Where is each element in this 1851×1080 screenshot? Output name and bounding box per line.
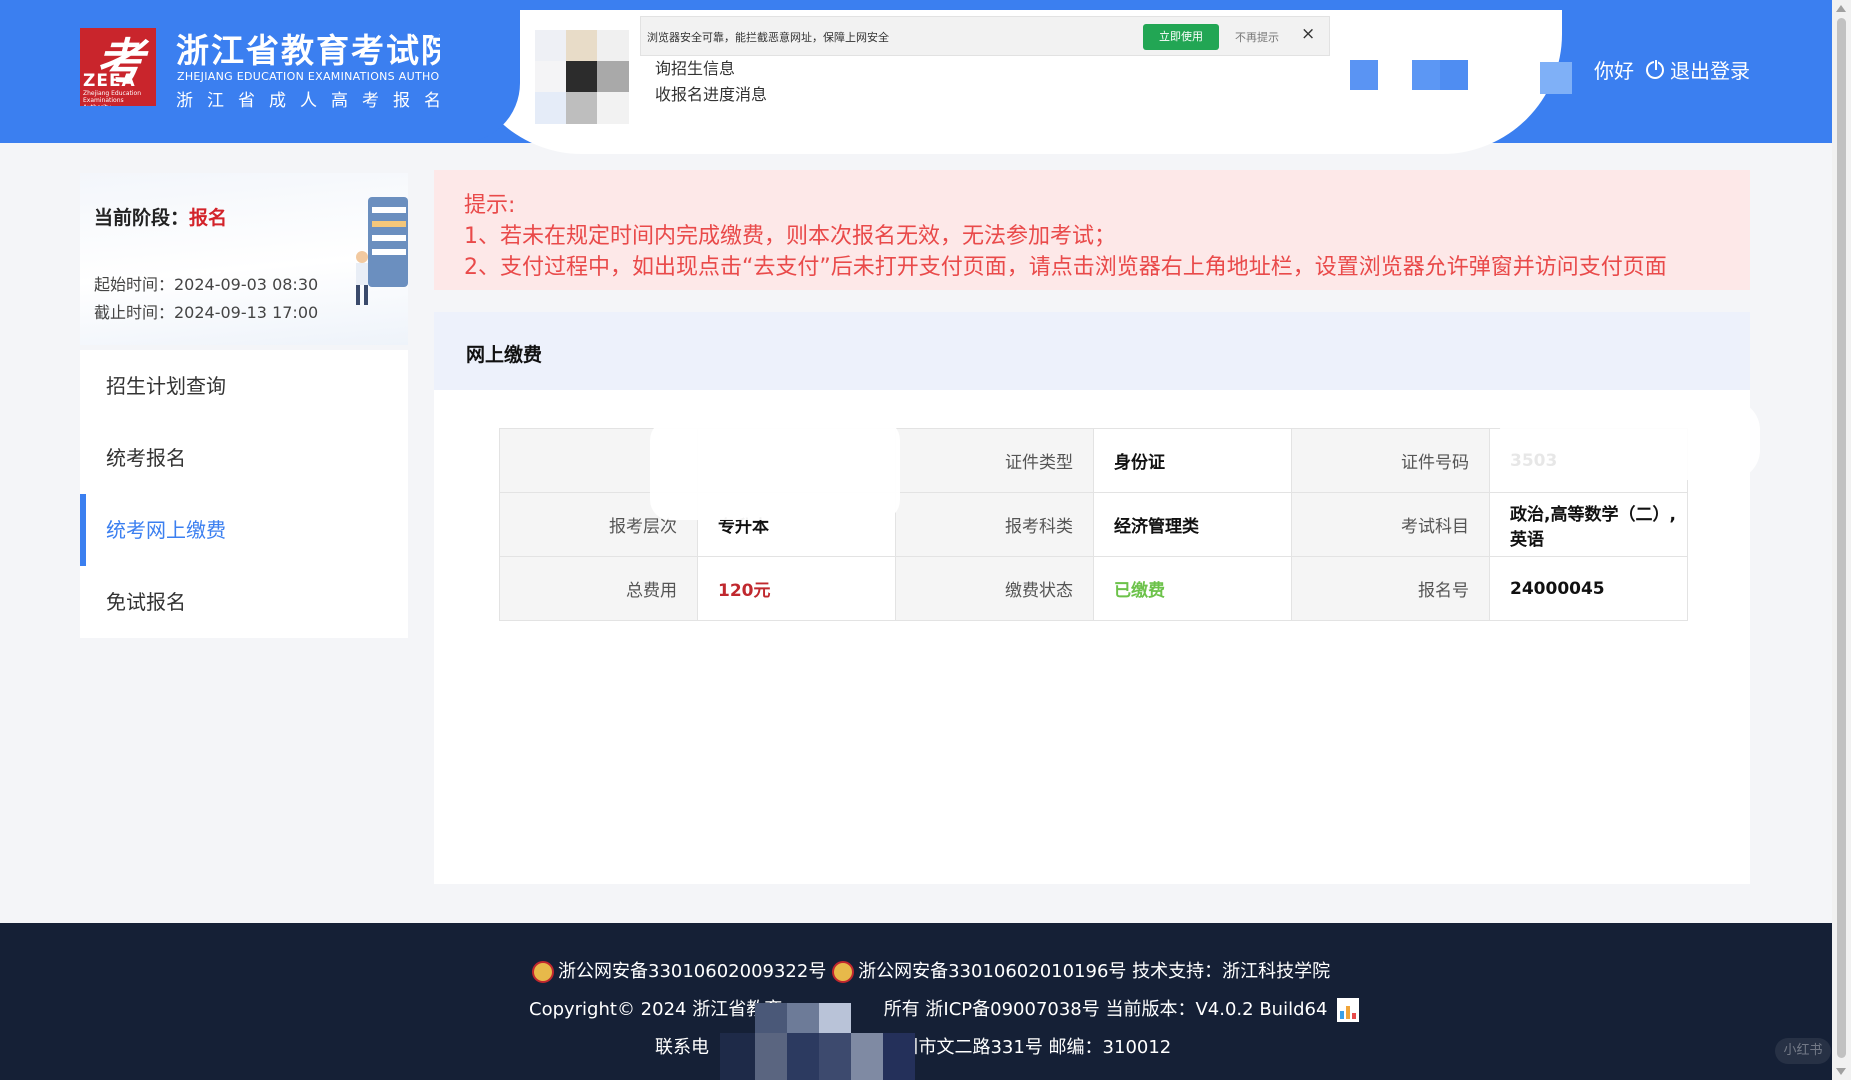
logo-sub: Zhejiang Education Examinations Authorit… bbox=[83, 90, 142, 106]
cell-label-id-number: 证件号码 bbox=[1291, 428, 1490, 493]
header-links: 询招生信息 收报名进度消息 bbox=[655, 56, 767, 108]
payment-panel-header: 网上缴费 bbox=[434, 312, 1750, 390]
sidebar-item-exempt-registration[interactable]: 免试报名 bbox=[80, 566, 408, 638]
footer-line-2: Copyright© 2024 浙江省教育 所有 浙ICP备09007038号 … bbox=[529, 995, 1360, 1022]
pixelated-blocks-user bbox=[1350, 60, 1572, 94]
tips-line-1: 1、若未在规定时间内完成缴费，则本次报名无效，无法参加考试； bbox=[464, 224, 1116, 249]
cell-label-id-type: 证件类型 bbox=[895, 428, 1094, 493]
cell-value-id-type: 身份证 bbox=[1093, 428, 1292, 493]
police-badge-icon bbox=[832, 961, 855, 983]
footer-line-1: 浙公网安备33010602009322号 浙公网安备33010602010196… bbox=[532, 957, 1330, 983]
dont-remind-button[interactable]: 不再提示 bbox=[1235, 29, 1279, 45]
cell-value-subjects: 政治,高等数学（二）,英语 bbox=[1489, 492, 1688, 557]
footer-icp: 所有 浙ICP备09007038号 当前版本：V4.0.2 Build64 bbox=[883, 999, 1328, 1020]
header-link-admission-info[interactable]: 询招生信息 bbox=[655, 56, 767, 82]
cell-label-total-fee: 总费用 bbox=[499, 556, 698, 621]
tips-title: 提示: bbox=[464, 193, 516, 218]
sidebar-item-plan-query[interactable]: 招生计划查询 bbox=[80, 350, 408, 422]
stage-value: 报名 bbox=[189, 207, 228, 229]
cell-value-category: 经济管理类 bbox=[1093, 492, 1292, 557]
notice-message: 浏览器安全可靠，能拦截恶意网址，保障上网安全 bbox=[647, 31, 889, 44]
site-english-title: ZHEJIANG EDUCATION EXAMINATIONS AUTHORIT bbox=[177, 70, 458, 83]
pixelated-region-footer bbox=[720, 1003, 915, 1080]
scroll-down-arrow-icon[interactable] bbox=[1836, 1068, 1846, 1075]
greeting-text: 你好 bbox=[1594, 59, 1634, 83]
footer-address: 州市文二路331号 邮编：310012 bbox=[900, 1037, 1172, 1058]
watermark: 小红书 bbox=[1775, 1038, 1831, 1064]
stage-indicator: 当前阶段：报名 bbox=[94, 203, 227, 230]
cell-label-category: 报考科类 bbox=[895, 492, 1094, 557]
stats-chart-icon[interactable] bbox=[1337, 998, 1360, 1022]
page-scrollbar[interactable] bbox=[1832, 0, 1851, 1080]
table-overlay-shape-right bbox=[1500, 400, 1760, 480]
stage-illustration bbox=[356, 197, 408, 305]
pixelated-region-qr bbox=[535, 30, 629, 124]
footer-contact: 联系电 bbox=[655, 1037, 709, 1058]
scroll-up-arrow-icon[interactable] bbox=[1836, 5, 1846, 12]
close-icon[interactable]: × bbox=[1301, 24, 1315, 44]
payment-title: 网上缴费 bbox=[466, 344, 543, 366]
site-subtitle: 浙江省成人高考报名 bbox=[176, 91, 455, 111]
sidebar-nav: 招生计划查询 统考报名 统考网上缴费 免试报名 bbox=[80, 350, 408, 638]
table-overlay-shape bbox=[650, 420, 900, 520]
site-title: 浙江省教育考试院 bbox=[176, 31, 456, 70]
cell-label-subjects: 考试科目 bbox=[1291, 492, 1490, 557]
header-link-progress-messages[interactable]: 收报名进度消息 bbox=[655, 82, 767, 108]
cell-label-pay-status: 缴费状态 bbox=[895, 556, 1094, 621]
current-stage-card: 当前阶段：报名 起始时间：2024-09-03 08:30 截止时间：2024-… bbox=[80, 173, 408, 345]
logo-abbr: ZEEA bbox=[83, 71, 136, 91]
cell-label-reg-number: 报名号 bbox=[1291, 556, 1490, 621]
footer: 浙公网安备33010602009322号 浙公网安备33010602010196… bbox=[0, 923, 1832, 1080]
tips-line-2: 2、支付过程中，如出现点击“去支付”后未打开支付页面，请点击浏览器右上角地址栏，… bbox=[464, 255, 1667, 280]
start-time: 起始时间：2024-09-03 08:30 bbox=[94, 275, 319, 294]
stage-label: 当前阶段： bbox=[94, 207, 190, 229]
sidebar-item-online-payment[interactable]: 统考网上缴费 bbox=[80, 494, 408, 566]
browser-security-notice: 浏览器安全可靠，能拦截恶意网址，保障上网安全 立即使用 不再提示 × bbox=[640, 16, 1330, 56]
scroll-thumb[interactable] bbox=[1837, 18, 1846, 1058]
power-icon bbox=[1646, 58, 1664, 79]
footer-beian-2[interactable]: 浙公网安备33010602010196号 技术支持：浙江科技学院 bbox=[858, 961, 1330, 982]
pixelated-blocks bbox=[535, 30, 629, 124]
pixelated-region-user bbox=[1350, 60, 1575, 96]
cell-value-reg-number: 24000045 bbox=[1489, 556, 1688, 621]
end-time: 截止时间：2024-09-13 17:00 bbox=[94, 303, 319, 322]
table-row: 总费用 120元 缴费状态 已缴费 报名号 24000045 bbox=[499, 556, 1688, 621]
zeea-logo: 考 ZEEA Zhejiang Education Examinations A… bbox=[80, 28, 156, 106]
tips-box: 提示: 1、若未在规定时间内完成缴费，则本次报名无效，无法参加考试； 2、支付过… bbox=[434, 170, 1750, 290]
use-now-button[interactable]: 立即使用 bbox=[1143, 24, 1219, 50]
logout-button[interactable]: 退出登录 bbox=[1646, 55, 1750, 84]
footer-beian-1[interactable]: 浙公网安备33010602009322号 bbox=[558, 961, 826, 982]
sidebar-item-unified-registration[interactable]: 统考报名 bbox=[80, 422, 408, 494]
cell-value-pay-status: 已缴费 bbox=[1093, 556, 1292, 621]
logout-label: 退出登录 bbox=[1670, 59, 1750, 83]
top-header: 考 ZEEA Zhejiang Education Examinations A… bbox=[0, 0, 1832, 154]
police-badge-icon bbox=[532, 961, 554, 983]
cell-value-total-fee: 120元 bbox=[697, 556, 896, 621]
